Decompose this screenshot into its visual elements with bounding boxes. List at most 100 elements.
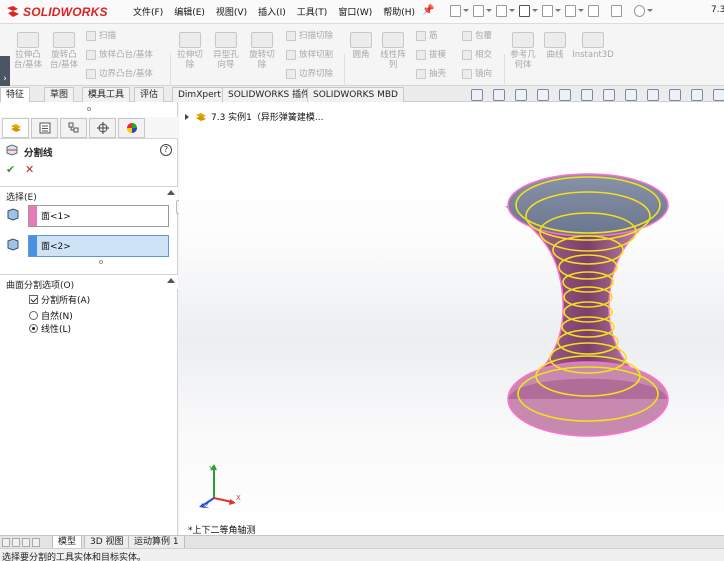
new-document-icon[interactable]: [448, 2, 469, 20]
wrap-icon: [462, 31, 472, 41]
linear-radio[interactable]: 线性(L): [29, 322, 71, 335]
wrap-button[interactable]: 包覆: [462, 31, 492, 41]
split-options-section-header[interactable]: 曲面分割选项(O): [0, 274, 178, 291]
menu-help[interactable]: 帮助(H): [383, 5, 415, 18]
file-properties-icon[interactable]: [609, 2, 625, 20]
dimxpert-manager-tab[interactable]: [89, 118, 116, 138]
help-icon[interactable]: ?: [160, 144, 172, 156]
feature-manager-tab[interactable]: [2, 118, 29, 138]
split-all-checkbox[interactable]: 分割所有(A): [29, 293, 90, 306]
face-selection-icon: [7, 208, 19, 221]
intersect-button[interactable]: 相交: [462, 50, 492, 60]
monitor-icon[interactable]: [712, 88, 724, 102]
curves-icon: [544, 32, 566, 48]
view-orientation-icon[interactable]: [580, 88, 595, 102]
view-settings-icon[interactable]: [690, 88, 705, 102]
graphics-area[interactable]: 7.3 实例1（异形弹簧建模... Y X Z *上下二等角轴测: [179, 102, 724, 535]
apply-scene-icon[interactable]: [668, 88, 683, 102]
next-tab-arrow-icon[interactable]: [22, 538, 30, 547]
rebuild-icon[interactable]: [586, 2, 602, 20]
previous-view-icon[interactable]: [514, 88, 529, 102]
menu-view[interactable]: 视图(V): [216, 5, 247, 18]
loft-boss-button[interactable]: 放样凸台/基体: [86, 50, 153, 60]
tab-sketch[interactable]: 草图: [44, 87, 75, 102]
linear-pattern-button[interactable]: 线性阵 列: [376, 32, 410, 70]
display-style-icon[interactable]: [602, 88, 617, 102]
fillet-icon: [350, 32, 372, 48]
natural-radio[interactable]: 自然(N): [29, 309, 73, 322]
save-icon[interactable]: [494, 2, 515, 20]
revolve-boss-button[interactable]: 旋转凸 台/基体: [46, 32, 82, 70]
property-manager-tab[interactable]: [31, 118, 58, 138]
face2-entry[interactable]: 面<2>: [41, 239, 71, 252]
menu-file[interactable]: 文件(F): [133, 5, 163, 18]
feature-tree-flyout[interactable]: 7.3 实例1（异形弹簧建模...: [185, 110, 323, 123]
tab-dimxpert[interactable]: DimXpert: [172, 87, 227, 102]
target-face-selection-box[interactable]: 面<2>: [28, 235, 169, 257]
rib-button[interactable]: 筋: [416, 31, 438, 41]
gear-icon[interactable]: [632, 2, 653, 20]
menu-tools[interactable]: 工具(T): [297, 5, 328, 18]
instant3d-button[interactable]: Instant3D: [572, 32, 614, 60]
boundary-cut-button[interactable]: 边界切除: [286, 69, 333, 79]
mirror-label: 镜向: [475, 69, 493, 79]
display-manager-tab[interactable]: [118, 118, 145, 138]
swept-cut-button[interactable]: 扫描切除: [286, 31, 333, 41]
menu-insert[interactable]: 插入(I): [258, 5, 286, 18]
body-selection-icon: [7, 238, 19, 251]
spring-model[interactable]: [499, 172, 674, 442]
previous-tab-arrow-icon[interactable]: [12, 538, 20, 547]
configuration-icon: [68, 122, 78, 133]
tab-evaluate[interactable]: 评估: [134, 87, 165, 102]
last-tab-arrow-icon[interactable]: [32, 538, 40, 547]
solidworks-logo[interactable]: SOLIDWORKS: [6, 4, 108, 20]
face1-entry[interactable]: 面<1>: [41, 209, 71, 222]
curves-button[interactable]: 曲线: [540, 32, 570, 60]
undo-icon[interactable]: [540, 2, 561, 20]
extrude-boss-button[interactable]: 拉伸凸 台/基体: [10, 32, 46, 70]
dynamic-annotation-icon[interactable]: [558, 88, 573, 102]
bottom-tabs-bar: 模型 3D 视图 运动算例 1: [0, 535, 724, 549]
open-folder-icon[interactable]: [471, 2, 492, 20]
ok-button[interactable]: ✔: [6, 163, 15, 176]
revolve-cut-button[interactable]: 旋转切 除: [244, 32, 280, 70]
fillet-button[interactable]: 圆角: [346, 32, 376, 60]
tab-solidworks-mbd[interactable]: SOLIDWORKS MBD: [307, 87, 404, 102]
hide-show-items-icon[interactable]: [624, 88, 639, 102]
tab-features[interactable]: 特征: [0, 87, 31, 102]
tool-face-selection-box[interactable]: 面<1>: [28, 205, 169, 227]
selection-box-resize-handle[interactable]: [99, 260, 103, 264]
mirror-button[interactable]: 镜向: [462, 69, 492, 79]
hole-wizard-icon: [215, 32, 237, 48]
first-tab-arrow-icon[interactable]: [2, 538, 10, 547]
hole-wizard-button[interactable]: 异型孔 向导: [208, 32, 244, 70]
zoom-to-area-icon[interactable]: [492, 88, 507, 102]
linear-pattern-label: 线性阵 列: [380, 50, 406, 70]
print-icon[interactable]: [517, 2, 538, 20]
cancel-button[interactable]: ✕: [25, 163, 34, 176]
heads-up-view-toolbar: [470, 88, 724, 102]
select-icon[interactable]: [563, 2, 584, 20]
panel-resize-handle[interactable]: [87, 107, 91, 111]
zoom-to-fit-icon[interactable]: [470, 88, 485, 102]
extrude-cut-button[interactable]: 拉伸切 除: [172, 32, 208, 70]
menu-edit[interactable]: 编辑(E): [174, 5, 205, 18]
expand-arrow-icon[interactable]: [185, 113, 189, 120]
lofted-cut-button[interactable]: 放样切割: [286, 50, 333, 60]
edit-appearance-icon[interactable]: [646, 88, 661, 102]
boundary-boss-button[interactable]: 边界凸台/基体: [86, 69, 153, 79]
menu-window[interactable]: 窗口(W): [338, 5, 372, 18]
configuration-manager-tab[interactable]: [60, 118, 87, 138]
split-all-label: 分割所有(A): [41, 296, 91, 306]
selection-section-header[interactable]: 选择(E): [0, 186, 178, 203]
tab-mold-tools[interactable]: 模具工具: [82, 87, 131, 102]
draft-button[interactable]: 拔模: [416, 50, 446, 60]
section-view-icon[interactable]: [536, 88, 551, 102]
shell-button[interactable]: 抽壳: [416, 69, 446, 79]
radio-empty-icon: [29, 311, 38, 320]
pin-icon[interactable]: 📌: [422, 5, 434, 16]
reference-geometry-button[interactable]: 参考几 何体: [506, 32, 540, 70]
tab-solidworks-addins[interactable]: SOLIDWORKS 插件: [222, 87, 317, 102]
split-options-section-label: 曲面分割选项(O): [6, 281, 75, 291]
sweep-button[interactable]: 扫描: [86, 31, 116, 41]
